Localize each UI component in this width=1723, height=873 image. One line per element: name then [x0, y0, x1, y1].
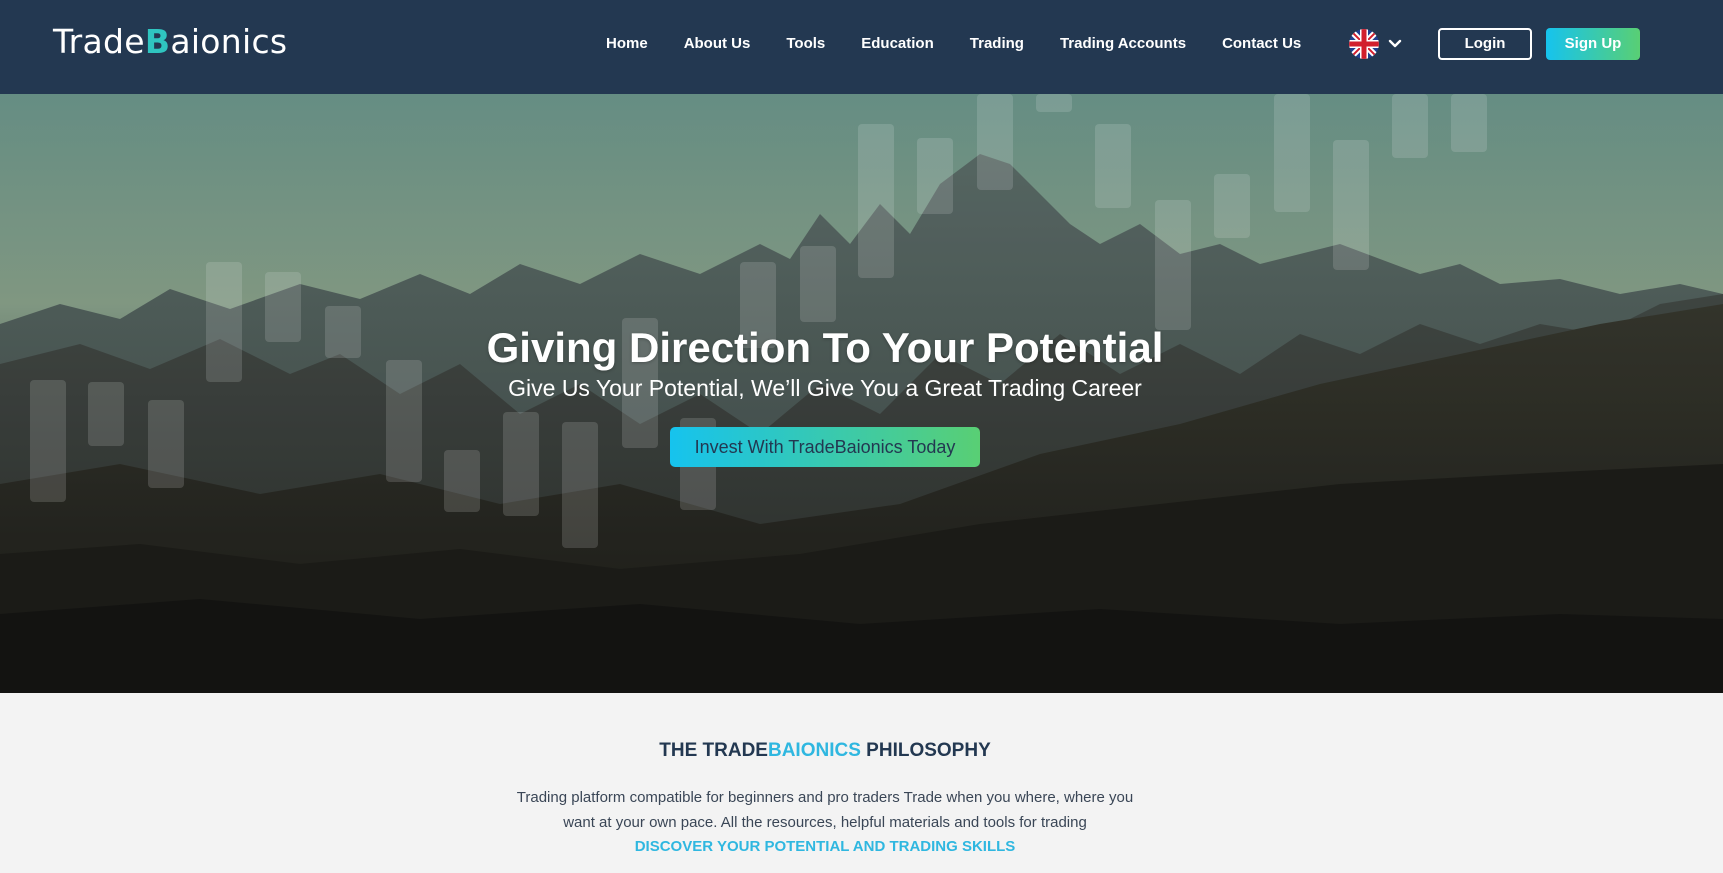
signup-button[interactable]: Sign Up — [1546, 28, 1640, 60]
nav-link-about-us[interactable]: About Us — [666, 33, 769, 55]
chevron-down-icon — [1388, 39, 1402, 48]
logo-prefix: Trade — [53, 22, 145, 61]
philosophy-title-prefix: THE TRADE — [659, 740, 768, 761]
philosophy-title: THE TRADEBAIONICS PHILOSOPHY — [0, 740, 1650, 762]
hero-title: Giving Direction To Your Potential — [486, 324, 1164, 371]
login-button[interactable]: Login — [1438, 28, 1532, 60]
discover-potential-link[interactable]: DISCOVER YOUR POTENTIAL AND TRADING SKIL… — [0, 838, 1650, 855]
logo-mark: B — [144, 22, 171, 61]
logo[interactable]: TradeBaionics — [53, 22, 287, 62]
invest-cta-button[interactable]: Invest With TradeBaionics Today — [670, 427, 980, 467]
hero-subtitle: Give Us Your Potential, We’ll Give You a… — [508, 375, 1142, 401]
philosophy-title-accent: BAIONICS — [767, 740, 861, 761]
top-navbar: TradeBaionics Home About Us Tools Educat… — [0, 0, 1723, 94]
philosophy-section: THE TRADEBAIONICS PHILOSOPHY Trading pla… — [0, 693, 1723, 873]
philosophy-text: Trading platform compatible for beginner… — [516, 789, 1134, 831]
philosophy-title-suffix: PHILOSOPHY — [860, 740, 991, 761]
nav-link-home[interactable]: Home — [588, 33, 666, 55]
nav-link-education[interactable]: Education — [843, 33, 952, 55]
uk-flag-icon — [1349, 29, 1379, 59]
main-menu: Home About Us Tools Education Trading Tr… — [588, 33, 1319, 55]
nav-link-trading[interactable]: Trading — [952, 33, 1042, 55]
nav-link-contact-us[interactable]: Contact Us — [1204, 33, 1319, 55]
hero-section: Giving Direction To Your Potential Give … — [0, 94, 1723, 693]
nav-link-trading-accounts[interactable]: Trading Accounts — [1042, 33, 1204, 55]
logo-suffix: aionics — [170, 22, 288, 61]
language-selector[interactable] — [1349, 29, 1403, 59]
nav-link-tools[interactable]: Tools — [768, 33, 843, 55]
